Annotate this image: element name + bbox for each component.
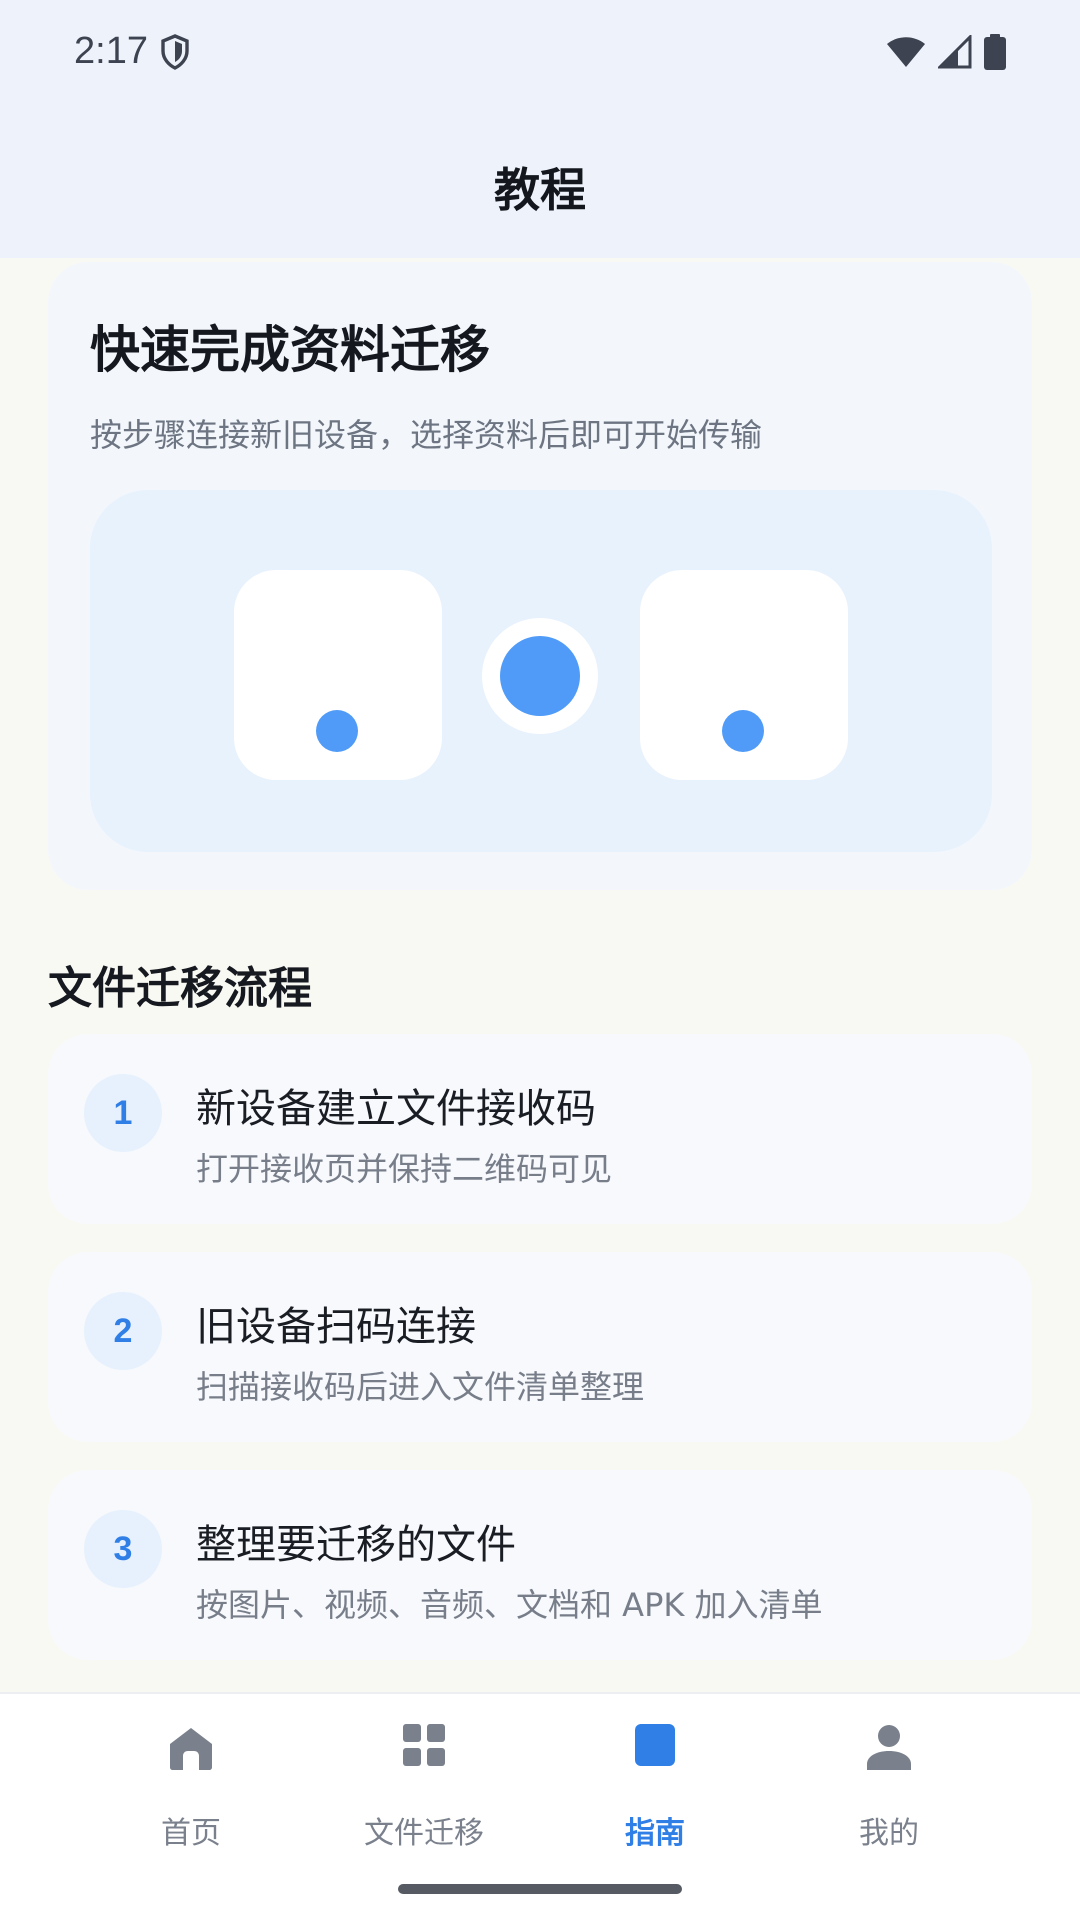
- nav-item-file-transfer[interactable]: 文件迁移: [324, 1724, 524, 1854]
- nav-label: 指南: [625, 1816, 685, 1851]
- nav-label: 文件迁移: [364, 1816, 484, 1851]
- step-title: 新设备建立文件接收码: [196, 1086, 596, 1132]
- home-icon: [91, 1724, 291, 1780]
- guide-icon: [555, 1724, 755, 1780]
- step-number-badge: 2: [84, 1292, 162, 1370]
- flow-section-title: 文件迁移流程: [48, 963, 312, 1014]
- status-time: 2:17: [74, 30, 148, 72]
- flow-step-3[interactable]: 3 整理要迁移的文件 按图片、视频、音频、文档和 APK 加入清单: [48, 1470, 1032, 1660]
- connection-core: [500, 636, 580, 716]
- step-number-badge: 3: [84, 1510, 162, 1588]
- nav-label: 首页: [161, 1816, 221, 1851]
- device-dot: [722, 710, 764, 752]
- step-description: 打开接收页并保持二维码可见: [196, 1150, 613, 1188]
- nav-item-profile[interactable]: 我的: [789, 1724, 989, 1854]
- device-dot: [316, 710, 358, 752]
- new-device-illustration: [640, 570, 848, 780]
- status-icons: [886, 33, 1006, 74]
- flow-step-1[interactable]: 1 新设备建立文件接收码 打开接收页并保持二维码可见: [48, 1034, 1032, 1224]
- step-description: 按图片、视频、音频、文档和 APK 加入清单: [196, 1586, 823, 1624]
- hero-card: 快速完成资料迁移 按步骤连接新旧设备，选择资料后即可开始传输: [48, 262, 1032, 890]
- shield-icon: [160, 34, 190, 74]
- page-title: 教程: [494, 163, 586, 217]
- step-title: 旧设备扫码连接: [196, 1304, 476, 1350]
- transfer-illustration: [90, 490, 992, 852]
- connection-node-illustration: [482, 618, 598, 734]
- top-bar: 2:17 教程: [0, 0, 1080, 258]
- person-icon: [789, 1724, 989, 1780]
- wifi-icon: [886, 36, 926, 72]
- hero-subtitle: 按步骤连接新旧设备，选择资料后即可开始传输: [90, 416, 763, 454]
- flow-step-2[interactable]: 2 旧设备扫码连接 扫描接收码后进入文件清单整理: [48, 1252, 1032, 1442]
- nav-item-home[interactable]: 首页: [91, 1724, 291, 1854]
- step-title: 整理要迁移的文件: [196, 1522, 516, 1568]
- nav-label: 我的: [859, 1816, 919, 1851]
- step-description: 扫描接收码后进入文件清单整理: [196, 1368, 645, 1406]
- grid-icon: [324, 1724, 524, 1780]
- step-number-badge: 1: [84, 1074, 162, 1152]
- hero-title: 快速完成资料迁移: [90, 321, 490, 379]
- nav-item-guide[interactable]: 指南: [555, 1724, 755, 1854]
- cellular-signal-icon: [936, 33, 972, 73]
- home-indicator[interactable]: [398, 1884, 682, 1894]
- old-device-illustration: [234, 570, 442, 780]
- battery-icon: [984, 34, 1006, 74]
